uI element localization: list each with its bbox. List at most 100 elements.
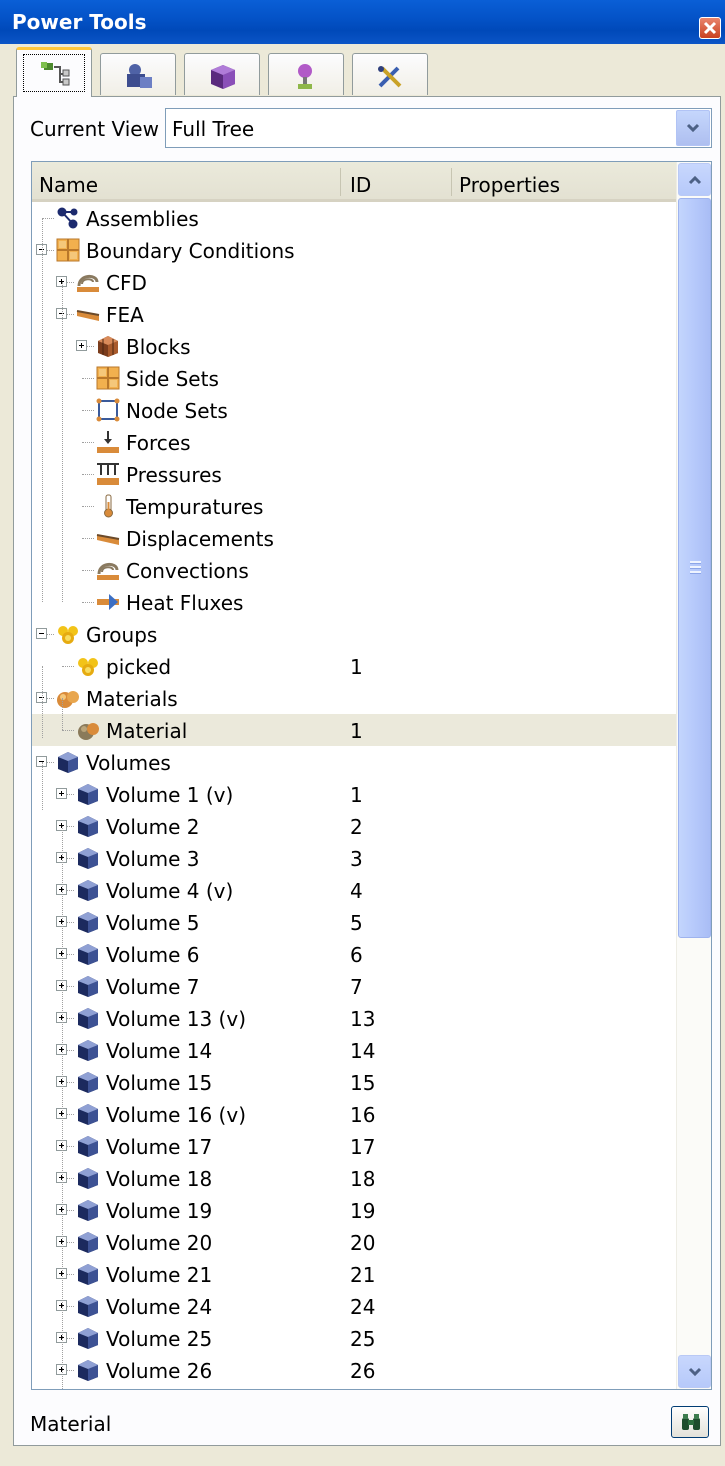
- tree-row[interactable]: Material 1: [32, 714, 676, 746]
- volume-icon: [78, 1104, 98, 1125]
- tree-view[interactable]: Name ID Properties Assemblies Boundary Co…: [31, 161, 712, 1390]
- volume-icon: [58, 752, 78, 773]
- tree-item-label: Volume 20: [106, 1231, 213, 1255]
- tree-row[interactable]: Node Sets: [32, 394, 676, 426]
- tree-row[interactable]: Volume 6 6: [32, 938, 676, 970]
- tree-row[interactable]: picked 1: [32, 650, 676, 682]
- tree-row[interactable]: Volume 5 5: [32, 906, 676, 938]
- tree-item-label: Volume 26: [106, 1359, 213, 1383]
- tree-row[interactable]: Displacements: [32, 522, 676, 554]
- tree-item-label: Volume 19: [106, 1199, 213, 1223]
- assemblies-icon: [57, 207, 78, 229]
- tree-row[interactable]: Volume 13 (v) 13: [32, 1002, 676, 1034]
- tree-item-id: 16: [350, 1103, 376, 1127]
- tab-tools[interactable]: [352, 53, 428, 95]
- tree-row[interactable]: Pressures: [32, 458, 676, 490]
- tree-row[interactable]: Volume 20 20: [32, 1226, 676, 1258]
- tree-item-id: 1: [350, 783, 363, 807]
- tree-row[interactable]: Boundary Conditions: [32, 234, 676, 266]
- tree-row[interactable]: Volume 2727: [32, 1386, 676, 1389]
- tree-row[interactable]: Volume 26 26: [32, 1354, 676, 1386]
- tab-mesh-blocks[interactable]: [100, 53, 176, 95]
- tree-row[interactable]: Assemblies: [32, 202, 676, 234]
- tree-row[interactable]: Volume 25 25: [32, 1322, 676, 1354]
- column-header-name[interactable]: Name: [39, 173, 98, 197]
- tree-item-label: Volume 5: [106, 911, 200, 935]
- tab-geometry[interactable]: [184, 53, 260, 95]
- tree-item-label: Volume 2: [106, 815, 200, 839]
- tree-item-label: Volume 14: [106, 1039, 213, 1063]
- tree-row[interactable]: Heat Fluxes: [32, 586, 676, 618]
- tree-item-label: Heat Fluxes: [126, 591, 244, 615]
- tree-row[interactable]: Volume 4 (v) 4: [32, 874, 676, 906]
- tree-row[interactable]: Groups: [32, 618, 676, 650]
- tree-item-label: Node Sets: [126, 399, 228, 423]
- tree-row[interactable]: Volume 3 3: [32, 842, 676, 874]
- tree-item-label: Displacements: [126, 527, 274, 551]
- expand-toggle[interactable]: [76, 340, 87, 351]
- tree-row[interactable]: FEA: [32, 298, 676, 330]
- scroll-down-button[interactable]: [678, 1355, 711, 1388]
- tree-row[interactable]: Volume 15 15: [32, 1066, 676, 1098]
- status-text: Material: [30, 1412, 112, 1436]
- tools-icon: [378, 66, 402, 88]
- tree-row[interactable]: Volume 17 17: [32, 1130, 676, 1162]
- tree-row[interactable]: Side Sets: [32, 362, 676, 394]
- title-bar[interactable]: Power Tools: [0, 0, 725, 44]
- column-header-id[interactable]: ID: [350, 173, 371, 197]
- find-button[interactable]: [671, 1406, 709, 1438]
- tree-row[interactable]: Tempuratures: [32, 490, 676, 522]
- tree-row[interactable]: Volume 14 14: [32, 1034, 676, 1066]
- volume-icon: [78, 944, 98, 965]
- tree-row[interactable]: Volumes: [32, 746, 676, 778]
- volume-icon: [78, 848, 98, 869]
- current-view-label: Current View: [30, 117, 159, 141]
- tree-item-id: 1: [350, 655, 363, 679]
- tree-row[interactable]: Volume 18 18: [32, 1162, 676, 1194]
- tree-item-label: picked: [106, 655, 172, 679]
- convections-icon: [97, 563, 119, 580]
- close-icon: [703, 21, 717, 35]
- column-header-properties[interactable]: Properties: [459, 173, 560, 197]
- tree-row[interactable]: Volume 7 7: [32, 970, 676, 1002]
- tree-row[interactable]: Volume 21 21: [32, 1258, 676, 1290]
- cube-geometry-icon: [211, 65, 235, 89]
- current-view-select[interactable]: Full Tree: [165, 108, 712, 148]
- mesh-blocks-icon: [127, 64, 152, 88]
- tab-pins[interactable]: [268, 53, 344, 95]
- tree-row[interactable]: Blocks: [32, 330, 676, 362]
- tree-item-id: 6: [350, 943, 363, 967]
- close-button[interactable]: [699, 17, 721, 39]
- tree-item-label: Material: [106, 719, 188, 743]
- displacements-icon: [96, 534, 120, 545]
- tree-row[interactable]: Forces: [32, 426, 676, 458]
- tree-item-label: CFD: [106, 271, 147, 295]
- tree-row[interactable]: Volume 1 (v) 1: [32, 778, 676, 810]
- tab-model-tree[interactable]: [16, 47, 92, 97]
- tree-item-label: Volume 4 (v): [106, 879, 234, 903]
- scroll-thumb[interactable]: [678, 198, 711, 938]
- window-title: Power Tools: [12, 10, 147, 34]
- tree-item-id: 17: [350, 1135, 376, 1159]
- volume-icon: [78, 1200, 98, 1221]
- forces-icon: [97, 431, 119, 453]
- vertical-scrollbar[interactable]: [676, 162, 711, 1389]
- dropdown-button[interactable]: [676, 110, 710, 146]
- tree-item-label: Boundary Conditions: [86, 239, 295, 263]
- scroll-up-button[interactable]: [678, 163, 711, 196]
- thermometer-icon: [104, 494, 113, 518]
- tree-row[interactable]: Convections: [32, 554, 676, 586]
- expand-toggle[interactable]: [56, 788, 67, 799]
- tree-row[interactable]: Materials: [32, 682, 676, 714]
- groups-icon: [58, 626, 78, 644]
- tree-row[interactable]: Volume 24 24: [32, 1290, 676, 1322]
- tree-row[interactable]: Volume 19 19: [32, 1194, 676, 1226]
- tree-item-id: 19: [350, 1199, 376, 1223]
- volume-icon: [78, 1136, 98, 1157]
- tree-row[interactable]: Volume 16 (v) 16: [32, 1098, 676, 1130]
- tree-item-label: Volume 25: [106, 1327, 213, 1351]
- tree-row[interactable]: CFD: [32, 266, 676, 298]
- fea-icon: [76, 310, 100, 321]
- collapse-toggle[interactable]: [36, 628, 47, 639]
- tree-row[interactable]: Volume 2 2: [32, 810, 676, 842]
